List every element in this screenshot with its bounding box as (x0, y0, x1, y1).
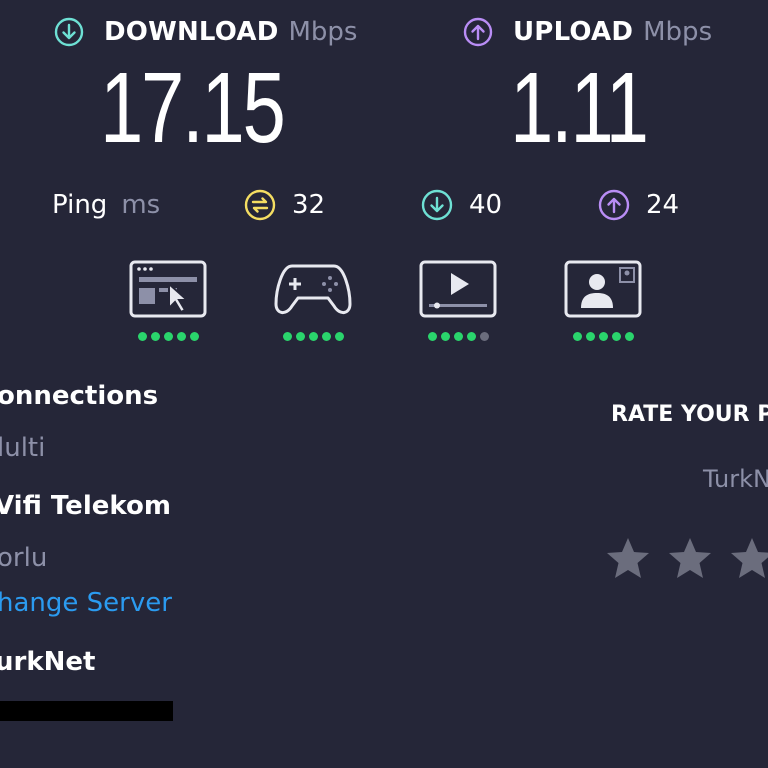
download-title: DOWNLOAD (104, 17, 279, 47)
upload-unit: Mbps (643, 17, 713, 47)
ping-idle: 32 (244, 185, 325, 225)
rating-dot-filled (440, 332, 450, 341)
rate-provider-name: TurkN (703, 465, 768, 493)
download-icon (54, 17, 84, 47)
star-icon[interactable] (607, 538, 649, 578)
star-icon[interactable] (731, 538, 768, 578)
ping-label-group: Ping ms (52, 185, 160, 225)
connections-label: onnections (0, 381, 159, 411)
rating-dot-filled (308, 332, 318, 341)
gaming-controller-icon (274, 264, 352, 314)
rating-dot-filled (137, 332, 147, 341)
stars-row (607, 538, 768, 578)
upload-header: UPLOAD Mbps (463, 12, 712, 52)
ping-upload-value: 24 (646, 190, 680, 220)
redacted-ip-bar (0, 701, 173, 721)
quality-rating (564, 332, 642, 341)
download-speed-value: 17.15 (100, 52, 286, 164)
ping-idle-icon (244, 189, 276, 221)
quality-rating (129, 332, 207, 341)
download-header: DOWNLOAD Mbps (54, 12, 357, 52)
rating-dot-filled (334, 332, 344, 341)
rating-dot-filled (453, 332, 463, 341)
web-browsing-icon (129, 260, 207, 318)
rating-dot-filled (282, 332, 292, 341)
upload-icon (463, 17, 493, 47)
quality-video-call[interactable] (564, 260, 642, 341)
video-call-icon (564, 260, 642, 318)
star-icon[interactable] (669, 538, 711, 578)
quality-gaming[interactable] (274, 260, 352, 341)
ping-upload: 24 (598, 185, 679, 225)
rating-dot-filled (624, 332, 634, 341)
provider-name: urkNet (0, 647, 96, 677)
rating-dot-filled (598, 332, 608, 341)
ping-label: Ping (52, 190, 108, 220)
rating-dot-filled (572, 332, 582, 341)
rating-dot-filled (189, 332, 199, 341)
rating-stars (604, 534, 768, 584)
rating-dot-filled (163, 332, 173, 341)
rating-dot-filled (321, 332, 331, 341)
upload-title: UPLOAD (513, 17, 634, 47)
rating-dot-filled (295, 332, 305, 341)
rating-dot-filled (611, 332, 621, 341)
change-server-link[interactable]: hange Server (0, 587, 172, 619)
rating-dot-filled (585, 332, 595, 341)
server-host-name: Vifi Telekom (0, 491, 171, 521)
video-streaming-icon (419, 260, 497, 318)
ping-download: 40 (421, 185, 502, 225)
rating-dot-empty (479, 332, 489, 341)
download-unit: Mbps (288, 17, 358, 47)
quality-video-streaming[interactable] (419, 260, 497, 341)
upload-icon (598, 189, 630, 221)
server-location: orlu (0, 543, 48, 573)
rating-dot-filled (466, 332, 476, 341)
ping-download-value: 40 (469, 190, 503, 220)
ping-idle-value: 32 (292, 190, 326, 220)
download-icon (421, 189, 453, 221)
quality-rating (274, 332, 352, 341)
rating-dot-filled (150, 332, 160, 341)
rating-dot-filled (427, 332, 437, 341)
ping-unit: ms (121, 190, 161, 220)
rating-dot-filled (176, 332, 186, 341)
quality-rating (419, 332, 497, 341)
quality-web-browsing[interactable] (129, 260, 207, 341)
rate-provider-title: RATE YOUR P (611, 402, 768, 427)
connections-value[interactable]: lulti (0, 432, 45, 464)
upload-speed-value: 1.11 (510, 52, 649, 164)
